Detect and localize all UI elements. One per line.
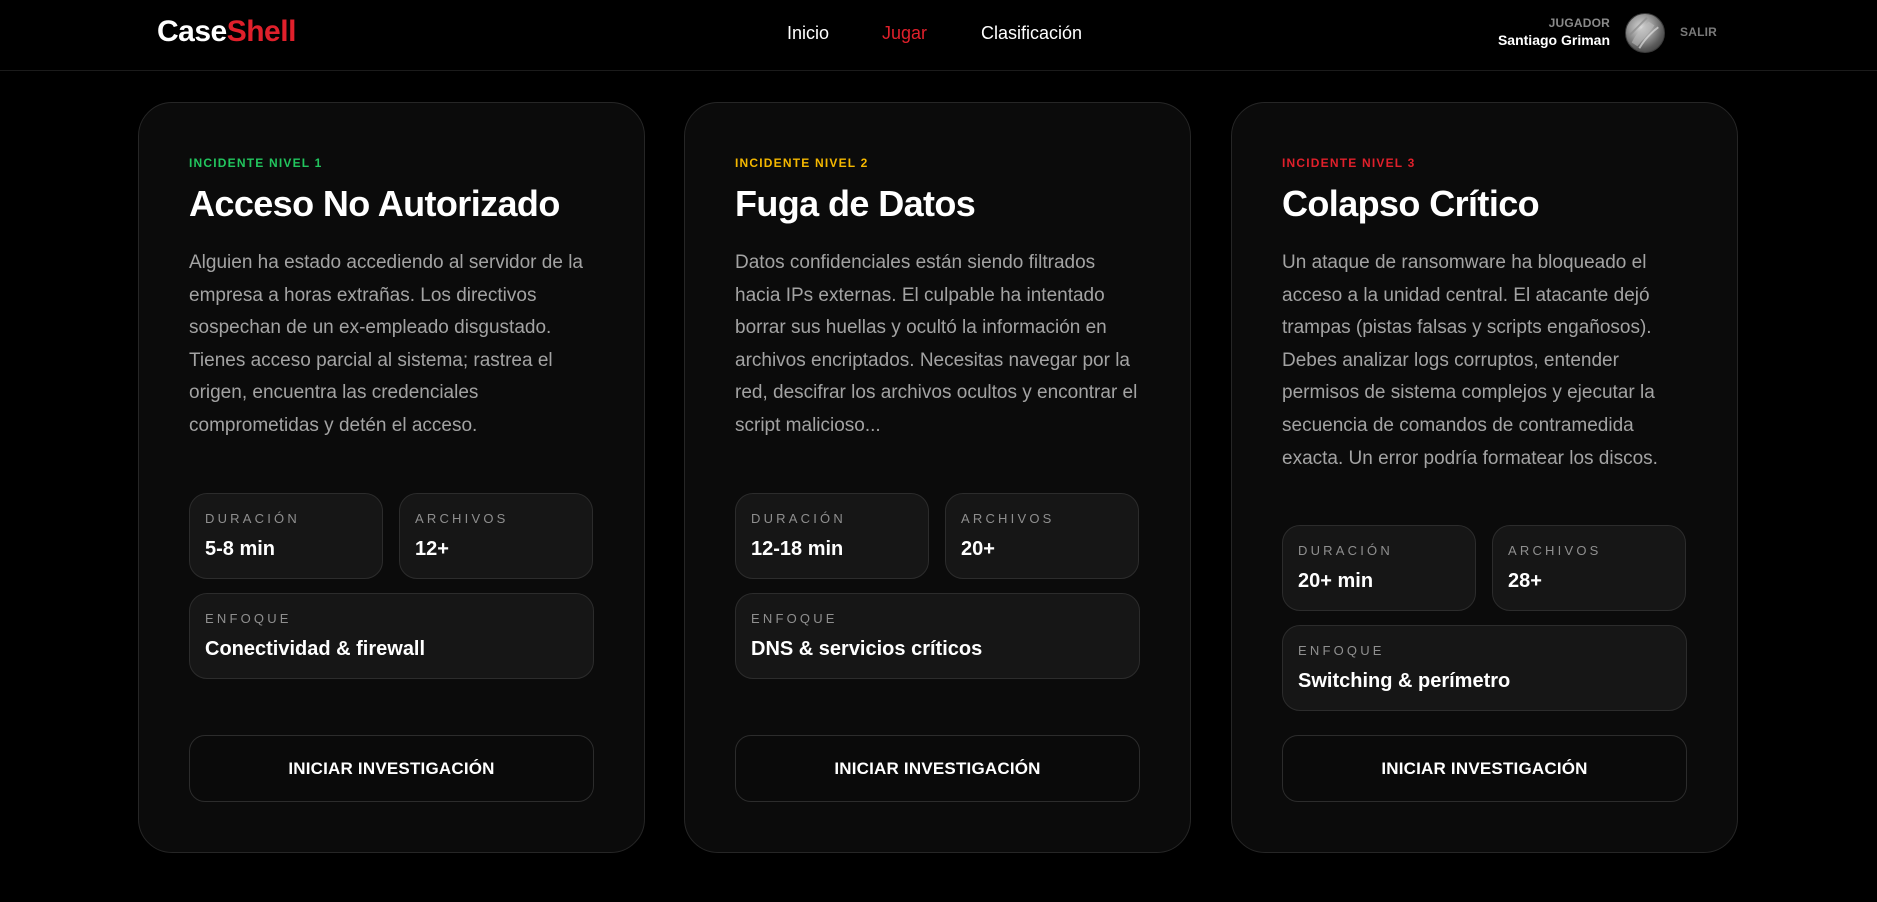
stat-focus-label: ENFOQUE [205, 611, 292, 626]
stat-duration-value: 20+ min [1298, 570, 1374, 592]
stat-focus: ENFOQUE Conectividad & firewall [189, 593, 594, 679]
stat-duration: DURACIÓN 20+ min [1282, 525, 1476, 611]
stat-duration: DURACIÓN 5-8 min [189, 493, 383, 579]
nav-item-clasificacion[interactable]: Clasificación [981, 21, 1082, 45]
logo-text-case: Case [157, 15, 227, 48]
user-role-label: JUGADOR [1548, 16, 1610, 30]
stat-focus: ENFOQUE DNS & servicios críticos [735, 593, 1140, 679]
stat-files-label: ARCHIVOS [961, 511, 1055, 526]
incident-title: Fuga de Datos [735, 183, 976, 224]
stat-files-label: ARCHIVOS [1508, 543, 1602, 558]
nav-item-inicio[interactable]: Inicio [787, 21, 829, 45]
stat-files-value: 20+ [961, 538, 995, 560]
incident-title: Colapso Crítico [1282, 183, 1540, 224]
incident-card-level-2: INCIDENTE NIVEL 2 Fuga de Datos Datos co… [684, 102, 1191, 853]
stat-files: ARCHIVOS 28+ [1492, 525, 1686, 611]
user-info: JUGADOR Santiago Griman [1498, 15, 1610, 49]
stat-duration-label: DURACIÓN [1298, 543, 1393, 558]
nav-item-jugar[interactable]: Jugar [882, 21, 927, 45]
incident-level-label: INCIDENTE NIVEL 2 [735, 156, 869, 170]
stat-focus-label: ENFOQUE [751, 611, 838, 626]
start-investigation-button[interactable]: INICIAR INVESTIGACIÓN [189, 735, 594, 802]
stat-focus: ENFOQUE Switching & perímetro [1282, 625, 1687, 711]
user-avatar-icon[interactable] [1625, 13, 1665, 53]
start-investigation-button[interactable]: INICIAR INVESTIGACIÓN [735, 735, 1140, 802]
incident-title: Acceso No Autorizado [189, 183, 560, 224]
incident-description: Datos confidenciales están siendo filtra… [735, 252, 1138, 436]
stat-files-value: 12+ [415, 538, 449, 560]
incident-description: Alguien ha estado accediendo al servidor… [189, 252, 583, 436]
stat-focus-value: Switching & perímetro [1298, 670, 1511, 692]
incident-level-label: INCIDENTE NIVEL 3 [1282, 156, 1416, 170]
stat-duration: DURACIÓN 12-18 min [735, 493, 929, 579]
top-navbar: CaseShell Inicio Jugar Clasificación JUG… [0, 0, 1877, 71]
start-investigation-button[interactable]: INICIAR INVESTIGACIÓN [1282, 735, 1687, 802]
incident-description: Un ataque de ransomware ha bloqueado el … [1282, 252, 1658, 469]
incident-card-level-1: INCIDENTE NIVEL 1 Acceso No Autorizado A… [138, 102, 645, 853]
avatar-photo-icon [1629, 17, 1659, 49]
stat-duration-label: DURACIÓN [205, 511, 300, 526]
user-name: Santiago Griman [1497, 32, 1610, 48]
stat-files-value: 28+ [1508, 570, 1542, 592]
stat-files-label: ARCHIVOS [415, 511, 509, 526]
stat-focus-label: ENFOQUE [1298, 643, 1385, 658]
stat-files: ARCHIVOS 20+ [945, 493, 1139, 579]
casesshell-logo[interactable]: CaseShell [157, 14, 296, 50]
stat-duration-label: DURACIÓN [751, 511, 846, 526]
stat-files: ARCHIVOS 12+ [399, 493, 593, 579]
logo-text-shell: Shell [226, 15, 297, 48]
incident-level-label: INCIDENTE NIVEL 1 [189, 156, 323, 170]
logout-button[interactable]: SALIR [1680, 24, 1717, 40]
stat-focus-value: DNS & servicios críticos [751, 638, 983, 660]
stat-duration-value: 12-18 min [751, 538, 844, 560]
incident-card-level-3: INCIDENTE NIVEL 3 Colapso Crítico Un ata… [1231, 102, 1738, 853]
stat-duration-value: 5-8 min [205, 538, 276, 560]
stat-focus-value: Conectividad & firewall [205, 638, 426, 660]
